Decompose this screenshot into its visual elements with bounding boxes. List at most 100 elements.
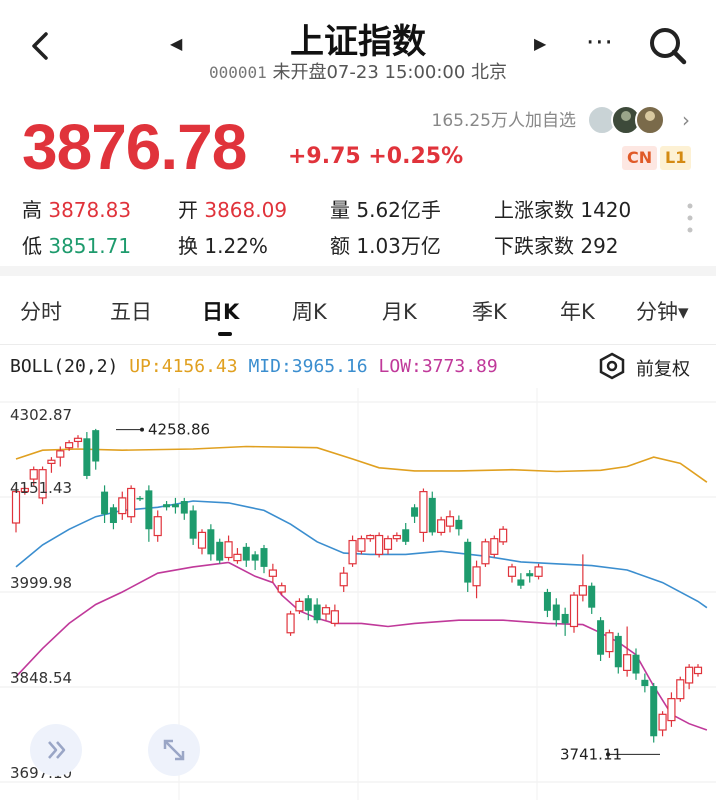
stat-advancers-label: 上涨家数 (494, 198, 574, 222)
candle-body-rise (375, 534, 384, 555)
section-divider (0, 266, 716, 276)
candle-body-fall (464, 541, 472, 583)
min-marker-label: 3741.11 (560, 745, 622, 763)
candle-body-rise (118, 497, 127, 515)
watcher-avatars[interactable] (586, 102, 676, 138)
expand-sidebar-button[interactable] (30, 724, 82, 776)
chevron-right-icon[interactable]: › (682, 108, 690, 132)
candle-body-fall (561, 613, 569, 624)
candle-body-rise (676, 679, 685, 700)
stat-amount-label: 额 (330, 234, 350, 258)
stat-high-label: 高 (22, 198, 42, 222)
tab-daily-k[interactable]: 日K (202, 296, 239, 326)
fullscreen-button[interactable] (148, 724, 200, 776)
max-marker-label: 4258.86 (148, 421, 210, 439)
page-title: 上证指数 (290, 22, 426, 62)
candle-body-rise (153, 516, 162, 537)
candle-body-fall (136, 497, 144, 500)
y-axis-label: 3999.98 (10, 574, 72, 592)
adjust-settings-icon[interactable] (598, 352, 626, 380)
candle-body-fall (455, 519, 463, 530)
vertical-dots-icon[interactable] (686, 200, 694, 240)
candle-body-fall (109, 507, 117, 523)
tab-monthly-k[interactable]: 月K (382, 296, 417, 326)
watchlist-count[interactable]: 165.25万人加自选 (380, 106, 576, 131)
previous-stock-arrow-icon[interactable]: ◀ (170, 34, 182, 53)
search-icon[interactable] (646, 24, 690, 68)
candle-body-rise (366, 534, 375, 540)
candle-body-rise (56, 450, 65, 458)
candle-body-rise (437, 519, 446, 533)
candle-body-fall (411, 507, 419, 517)
stock-code: 000001 (208, 63, 267, 82)
candle-body-fall (588, 585, 596, 608)
candle-body-fall (207, 529, 215, 555)
candle-body-fall (526, 573, 534, 577)
tab-minute-dropdown[interactable]: 分钟▾ (636, 296, 689, 326)
candle-body-fall (428, 497, 436, 533)
boll-indicator-legend[interactable]: BOLL(20,2) UP:4156.43 MID:3965.16 LOW:37… (10, 356, 498, 377)
candle-body-rise (578, 585, 587, 596)
candle-body-fall (650, 686, 658, 737)
stat-decliners-label: 下跌家数 (494, 234, 574, 258)
boll-upper-value: UP:4156.43 (129, 356, 238, 377)
candle-body-fall (597, 620, 605, 655)
candle-body-fall (614, 635, 622, 668)
period-tabs: 分时 五日 日K 周K 月K 季K 年K 分钟▾ (0, 276, 716, 340)
stat-volume-value: 5.62亿手 (356, 198, 441, 222)
more-options-icon[interactable]: ··· (586, 28, 614, 58)
stat-amount-value: 1.03万亿 (356, 234, 441, 258)
tab-yearly-k[interactable]: 年K (560, 296, 595, 326)
candle-body-rise (127, 487, 136, 518)
candle-body-rise (685, 666, 694, 684)
candle-body-rise (419, 491, 428, 533)
candle-body-rise (65, 442, 74, 449)
tab-weekly-k[interactable]: 周K (292, 296, 327, 326)
boll-mid-value: MID:3965.16 (248, 356, 368, 377)
candle-body-fall (163, 504, 171, 508)
adjust-mode-button[interactable]: 前复权 (636, 355, 690, 381)
candle-body-rise (605, 632, 614, 653)
y-axis-label: 4302.87 (10, 406, 72, 424)
stat-advancers-value: 1420 (580, 198, 632, 222)
kline-chart[interactable]: 4302.874151.433999.983848.543697.10 4258… (0, 388, 716, 800)
header-bar: ◀ 上证指数 ▶ 000001 未开盘07-23 15:00:00 北京 ··· (0, 0, 716, 96)
candle-body-rise (197, 531, 207, 549)
stat-volume-label: 量 (330, 198, 350, 222)
back-arrow-icon[interactable] (22, 26, 62, 66)
next-stock-arrow-icon[interactable]: ▶ (534, 34, 546, 53)
candle-body-rise (534, 566, 543, 577)
candle-body-rise (330, 610, 339, 624)
tab-intraday[interactable]: 分时 (20, 296, 62, 326)
candle-body-rise (339, 572, 348, 587)
candle-body-fall (101, 491, 109, 515)
max-marker-dot (140, 427, 144, 432)
tab-five-day[interactable]: 五日 (110, 296, 152, 326)
double-chevron-right-icon (48, 741, 66, 759)
candle-body-fall (313, 604, 321, 621)
level-tag-l1: L1 (660, 146, 692, 170)
candle-body-rise (472, 566, 481, 587)
candle-body-rise (268, 569, 277, 577)
stat-open-value: 3868.09 (204, 198, 288, 222)
boll-lower-value: LOW:3773.89 (378, 356, 498, 377)
boll-upper-line (15, 445, 708, 483)
market-status: 未开盘07-23 15:00:00 北京 (272, 62, 508, 83)
candle-body-fall (189, 510, 197, 539)
candle-body-rise (481, 541, 490, 565)
tab-quarterly-k[interactable]: 季K (472, 296, 507, 326)
y-axis-label: 3848.54 (10, 669, 72, 687)
candle-body-rise (490, 538, 499, 555)
current-price: 3876.78 (22, 111, 247, 183)
candle-body-fall (552, 604, 560, 621)
candle-body-rise (357, 538, 366, 552)
candle-body-fall (543, 591, 551, 611)
boll-name: BOLL(20,2) (10, 356, 119, 377)
stat-open-label: 开 (178, 198, 198, 222)
candle-body-rise (29, 469, 38, 480)
stat-high: 高 3878.83 (22, 194, 131, 223)
candle-body-rise (507, 566, 517, 577)
candle-body-rise (295, 600, 304, 612)
stat-amount: 额 1.03万亿 (330, 230, 441, 259)
stat-volume: 量 5.62亿手 (330, 194, 441, 223)
